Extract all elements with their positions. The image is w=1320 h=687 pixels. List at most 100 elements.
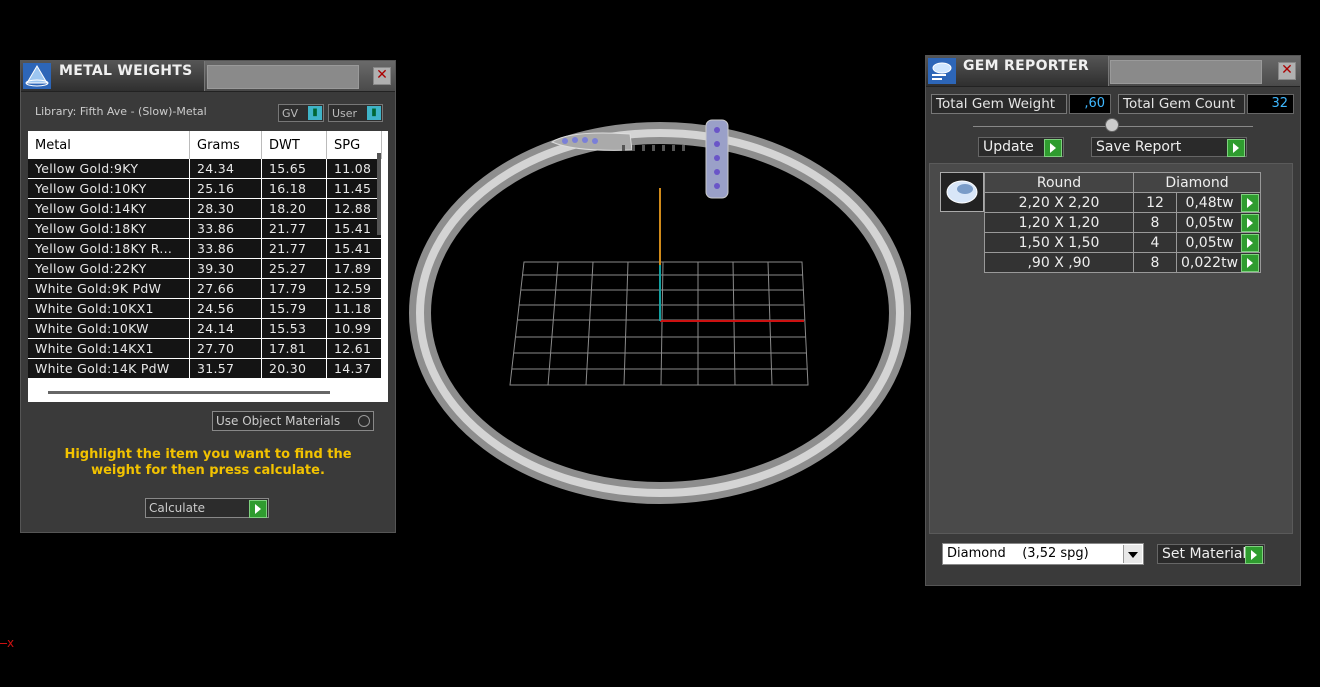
table-row[interactable]: Yellow Gold:14KY 28.30 18.20 12.88	[28, 198, 382, 219]
slider-handle[interactable]	[1105, 118, 1119, 132]
table-cell: 25.27	[261, 258, 327, 279]
horizontal-scrollbar[interactable]	[48, 391, 330, 394]
vertical-scrollbar[interactable]	[377, 153, 381, 235]
table-cell: 20.30	[261, 358, 327, 379]
table-cell: 27.66	[189, 278, 262, 299]
round-diamond-icon	[940, 172, 984, 212]
metal-table-area: Metal Grams DWT SPG Yellow Gold:9KY 24.34 15.…	[28, 131, 388, 402]
hint-text: Highlight the item you want to find the …	[64, 447, 352, 478]
metal-weights-titlebar[interactable]: METAL WEIGHTS ✕	[21, 61, 395, 92]
table-cell: 15.53	[261, 318, 327, 339]
table-cell: 24.14	[189, 318, 262, 339]
gem-report-icon	[928, 58, 956, 84]
table-cell: 33.86	[189, 238, 262, 259]
gem-row[interactable]: 1,50 X 1,50 4 0,05tw	[984, 232, 1262, 253]
update-button[interactable]: Update	[978, 137, 1064, 157]
axis-indicator: x	[0, 636, 14, 650]
viewport-3d[interactable]	[400, 100, 920, 520]
table-cell: 24.56	[189, 298, 262, 319]
table-cell: 17.81	[261, 338, 327, 359]
table-cell: 12.88	[326, 198, 382, 219]
gv-toggle[interactable]: GV ▮	[278, 104, 324, 122]
table-cell: 21.77	[261, 218, 327, 239]
select-gem-icon[interactable]	[1241, 254, 1260, 272]
material-select[interactable]: Diamond (3,52 spg)	[942, 543, 1144, 565]
close-icon[interactable]: ✕	[1278, 62, 1296, 80]
toggle-icon: ▮	[308, 106, 322, 120]
table-cell: White Gold:10KW	[28, 318, 190, 339]
table-row[interactable]: White Gold:10KW 24.14 15.53 10.99	[28, 318, 382, 339]
gem-cell: 8	[1133, 252, 1177, 273]
table-cell: 11.18	[326, 298, 382, 319]
gem-cell: 8	[1133, 212, 1177, 233]
table-row[interactable]: White Gold:9K PdW 27.66 17.79 12.59	[28, 278, 382, 299]
gem-row[interactable]: 1,20 X 1,20 8 0,05tw	[984, 212, 1262, 233]
total-gem-weight-value: ,60	[1069, 94, 1111, 114]
total-gem-count-value: 32	[1247, 94, 1294, 114]
table-row[interactable]: Yellow Gold:18KY 33.86 21.77 15.41	[28, 218, 382, 239]
user-toggle[interactable]: User ▮	[328, 104, 383, 122]
gem-row[interactable]: 2,20 X 2,20 12 0,48tw	[984, 192, 1262, 213]
panel-title: METAL WEIGHTS	[59, 63, 193, 79]
table-cell: 17.79	[261, 278, 327, 299]
table-row[interactable]: Yellow Gold:18KY R... 33.86 21.77 15.41	[28, 238, 382, 259]
table-row[interactable]: Yellow Gold:9KY 24.34 15.65 11.08	[28, 159, 382, 179]
gem-cell: 0,05tw	[1175, 212, 1262, 233]
table-cell: White Gold:14K PdW	[28, 358, 190, 379]
gem-cell: 12	[1133, 192, 1177, 213]
toggle-icon: ▮	[367, 106, 381, 120]
column-header[interactable]: DWT	[261, 131, 327, 159]
calculate-button[interactable]: Calculate	[145, 498, 269, 518]
select-gem-icon[interactable]	[1241, 214, 1260, 232]
select-gem-icon[interactable]	[1241, 234, 1260, 252]
gem-list-area: Round Diamond 2,20 X 2,20 12 0,48tw 1,20 X …	[929, 163, 1293, 534]
set-material-button[interactable]: Set Material	[1157, 544, 1265, 564]
table-cell: 25.16	[189, 178, 262, 199]
axis-label: x	[7, 636, 15, 650]
total-gem-weight-label: Total Gem Weight	[931, 94, 1067, 114]
library-label: Library: Fifth Ave - (Slow)-Metal	[35, 105, 207, 118]
use-object-materials-toggle[interactable]: Use Object Materials	[212, 411, 374, 431]
column-header[interactable]: SPG	[326, 131, 382, 159]
table-cell: Yellow Gold:14KY	[28, 198, 190, 219]
column-header[interactable]: Metal	[28, 131, 190, 159]
table-cell: 24.34	[189, 159, 262, 179]
gem-cell: ,90 X ,90	[984, 252, 1134, 273]
table-cell: 15.65	[261, 159, 327, 179]
column-header[interactable]: Grams	[189, 131, 262, 159]
table-cell: Yellow Gold:18KY R...	[28, 238, 190, 259]
play-icon	[249, 500, 267, 518]
table-cell: 11.08	[326, 159, 382, 179]
table-cell: 14.37	[326, 358, 382, 379]
table-cell: 28.30	[189, 198, 262, 219]
table-row[interactable]: Yellow Gold:22KY 39.30 25.27 17.89	[28, 258, 382, 279]
save-report-button[interactable]: Save Report	[1091, 137, 1247, 157]
table-cell: 15.79	[261, 298, 327, 319]
table-cell: 18.20	[261, 198, 327, 219]
radio-icon	[358, 415, 370, 427]
select-gem-icon[interactable]	[1241, 194, 1260, 212]
table-cell: White Gold:9K PdW	[28, 278, 190, 299]
table-cell: 11.45	[326, 178, 382, 199]
gem-cell: 1,20 X 1,20	[984, 212, 1134, 233]
gem-reporter-titlebar[interactable]: GEM REPORTER ✕	[926, 56, 1300, 87]
table-row[interactable]: White Gold:10KX1 24.56 15.79 11.18	[28, 298, 382, 319]
chevron-down-icon[interactable]	[1123, 545, 1142, 563]
table-cell: Yellow Gold:9KY	[28, 159, 190, 179]
play-icon	[1245, 546, 1263, 564]
metal-table: Metal Grams DWT SPG Yellow Gold:9KY 24.34 15.…	[28, 131, 382, 379]
panel-title: GEM REPORTER	[963, 58, 1090, 74]
table-row[interactable]: Yellow Gold:10KY 25.16 16.18 11.45	[28, 178, 382, 199]
gem-row[interactable]: ,90 X ,90 8 0,022tw	[984, 252, 1262, 273]
table-cell: 10.99	[326, 318, 382, 339]
pyramid-icon	[23, 63, 51, 89]
table-cell: White Gold:14KX1	[28, 338, 190, 359]
total-gem-count-label: Total Gem Count	[1118, 94, 1245, 114]
table-cell: 39.30	[189, 258, 262, 279]
close-icon[interactable]: ✕	[373, 67, 391, 85]
table-cell: Yellow Gold:10KY	[28, 178, 190, 199]
table-row[interactable]: White Gold:14K PdW 31.57 20.30 14.37	[28, 358, 382, 379]
gem-reporter-panel: GEM REPORTER ✕ Total Gem Weight ,60 Tota…	[925, 55, 1301, 586]
table-cell: 15.41	[326, 218, 382, 239]
table-row[interactable]: White Gold:14KX1 27.70 17.81 12.61	[28, 338, 382, 359]
